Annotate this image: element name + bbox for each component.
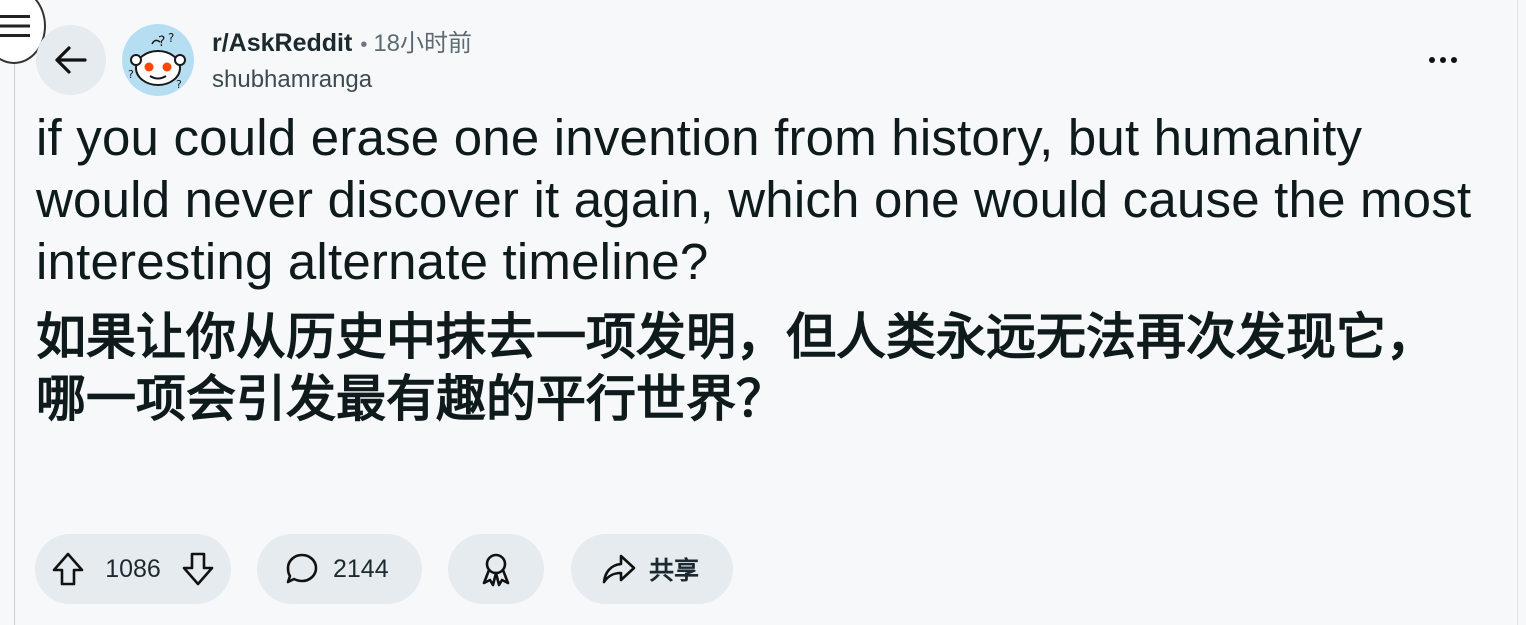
- more-options-button[interactable]: [1418, 40, 1468, 80]
- post-time: 18小时前: [373, 30, 473, 57]
- author-link[interactable]: shubhamranga: [212, 66, 472, 94]
- more-horizontal-icon: [1428, 56, 1458, 64]
- post-meta-line: r/AskReddit • 18小时前: [212, 28, 472, 60]
- downvote-button[interactable]: [181, 551, 215, 587]
- back-button[interactable]: [36, 25, 106, 95]
- downvote-arrow-icon: [181, 551, 215, 587]
- hamburger-menu-icon: [0, 13, 30, 39]
- speech-bubble-icon: [285, 552, 319, 586]
- avatar[interactable]: ? ? ? ?: [122, 24, 194, 96]
- arrow-left-icon: [54, 45, 88, 75]
- post-title-english: if you could erase one invention from hi…: [36, 109, 1472, 290]
- vote-control: 1086: [35, 534, 231, 604]
- comment-count: 2144: [333, 554, 389, 583]
- svg-text:?: ?: [128, 68, 134, 81]
- left-divider: [14, 0, 15, 625]
- right-divider: [1517, 0, 1518, 625]
- subreddit-link[interactable]: r/AskReddit: [212, 28, 352, 58]
- share-label: 共享: [649, 557, 700, 585]
- post-page: ? ? ? ? r/AskReddit • 18小时前 shubhamranga…: [0, 0, 1526, 625]
- award-button[interactable]: [448, 534, 544, 604]
- vote-count: 1086: [105, 554, 161, 583]
- post-title-chinese: 如果让你从历史中抹去一项发明，但人类永远无法再次发现它，哪一项会引发最有趣的平行…: [36, 309, 1436, 427]
- meta-separator: •: [360, 34, 368, 56]
- upvote-arrow-icon: [51, 551, 85, 587]
- award-ribbon-icon: [479, 551, 513, 587]
- upvote-button[interactable]: [51, 551, 85, 587]
- svg-text:?: ?: [176, 78, 182, 91]
- share-button[interactable]: 共享: [571, 534, 733, 604]
- post-meta: r/AskReddit • 18小时前 shubhamranga: [212, 28, 472, 94]
- svg-text:?: ?: [168, 31, 174, 45]
- share-arrow-icon: [601, 553, 637, 585]
- comments-button[interactable]: 2144: [257, 534, 422, 604]
